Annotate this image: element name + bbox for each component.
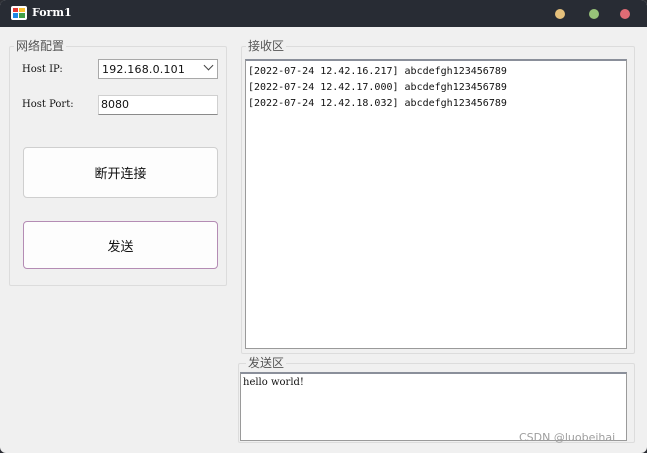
send-text-content: hello world! — [243, 377, 304, 388]
receive-textarea[interactable]: [2022-07-24 12.42.16.217] abcdefgh123456… — [245, 59, 627, 349]
network-config-title: 网络配置 — [14, 39, 67, 53]
host-ip-label: Host IP: — [22, 64, 63, 75]
watermark-text: CSDN @luobeihai — [519, 431, 616, 444]
window-title: Form1 — [32, 6, 72, 19]
disconnect-button[interactable]: 断开连接 — [23, 147, 218, 198]
receive-line: [2022-07-24 12.42.17.000] abcdefgh123456… — [248, 82, 507, 93]
title-bar[interactable]: Form1 — [0, 0, 647, 27]
app-icon — [11, 6, 27, 20]
receive-line: [2022-07-24 12.42.18.032] abcdefgh123456… — [248, 98, 507, 109]
send-button[interactable]: 发送 — [23, 221, 218, 269]
app-window: Form1 网络配置 Host IP: 192.168.0.101 Host P… — [0, 0, 647, 453]
receive-group-title: 接收区 — [246, 39, 287, 53]
host-ip-value: 192.168.0.101 — [102, 63, 186, 76]
host-ip-combobox[interactable]: 192.168.0.101 — [98, 59, 218, 79]
host-port-label: Host Port: — [22, 99, 74, 110]
minimize-button[interactable] — [555, 9, 565, 19]
host-port-input[interactable]: 8080 — [98, 95, 218, 115]
send-group-title: 发送区 — [246, 356, 287, 370]
chevron-down-icon[interactable] — [203, 60, 214, 71]
receive-line: [2022-07-24 12.42.16.217] abcdefgh123456… — [248, 66, 507, 77]
close-button[interactable] — [620, 9, 630, 19]
maximize-button[interactable] — [589, 9, 599, 19]
